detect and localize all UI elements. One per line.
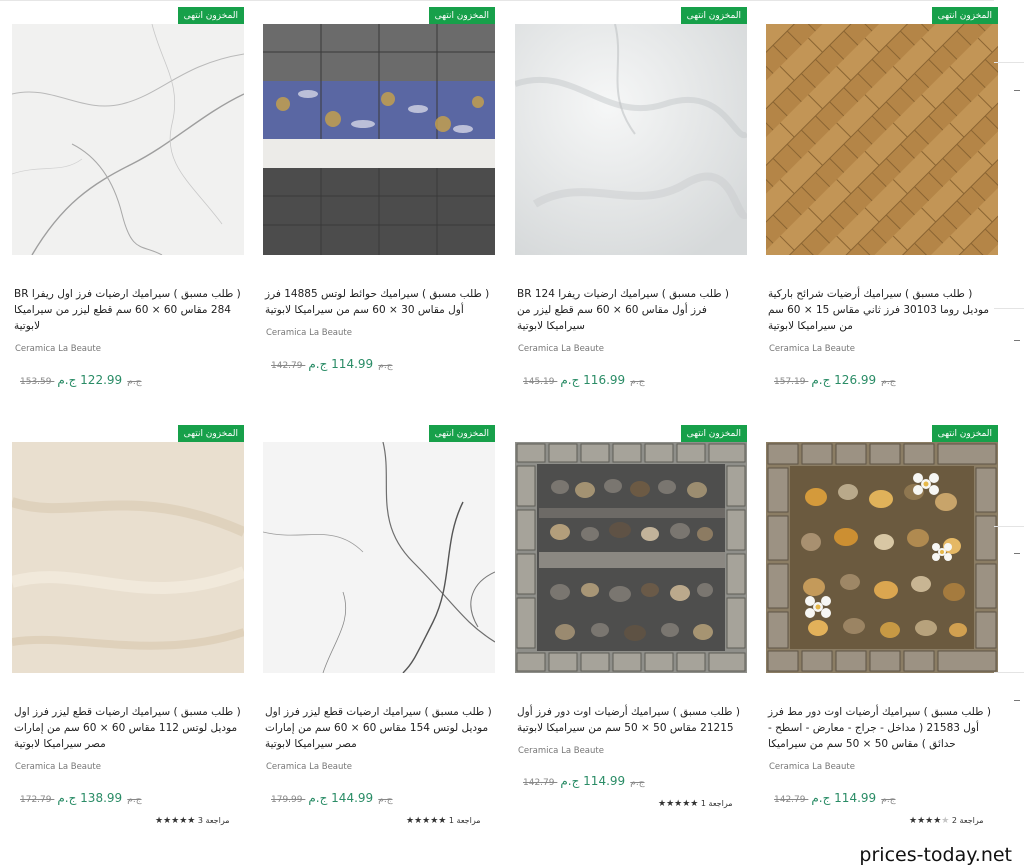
- review-summary[interactable]: ★★★★★ 1 مراجعة: [406, 816, 481, 826]
- white-veined-marble-image: [263, 442, 495, 673]
- product-title[interactable]: ( طلب مسبق ) سيراميك أرضيات شرائح باركية…: [768, 286, 996, 334]
- product-image[interactable]: [515, 24, 747, 255]
- product-title[interactable]: ( طلب مسبق ) سيراميك ارضيات قطع ليزر فرز…: [265, 704, 493, 752]
- out-of-stock-badge: المخزون انتهى: [177, 425, 244, 443]
- out-of-stock-badge: المخزون انتهى: [428, 425, 495, 443]
- product-image[interactable]: [766, 442, 998, 673]
- white-marble-image: [12, 24, 244, 255]
- product-card[interactable]: المخزون انتهى: [263, 0, 495, 400]
- product-card[interactable]: المخزون انتهى ( طلب مسبق ) سيراميك ارضيا…: [515, 0, 747, 400]
- price-block: 142.79 ج.م 114.99 ج.م: [271, 353, 393, 371]
- sale-price: 126.99 ج.م: [811, 373, 877, 387]
- product-image[interactable]: [12, 442, 244, 673]
- sale-price: 114.99 ج.م: [811, 791, 877, 805]
- product-brand[interactable]: Ceramica La Beaute: [266, 328, 352, 338]
- sale-price: 122.99 ج.م: [57, 373, 123, 387]
- product-title[interactable]: ( طلب مسبق ) سيراميك ارضيات فرز اول ريفر…: [14, 286, 242, 334]
- flower-pebble-image: [766, 442, 998, 673]
- price-block: 153.59 ج.م 122.99 ج.م: [20, 369, 142, 387]
- sale-price: 114.99 ج.م: [560, 774, 626, 788]
- product-card[interactable]: المخزون انتهى: [515, 418, 747, 818]
- product-card[interactable]: المخزون انتهى ( طلب مسبق ) سيراميك ارضيا…: [263, 418, 495, 830]
- product-title[interactable]: ( طلب مسبق ) سيراميك حوائط لوتس 14885 فر…: [265, 286, 493, 318]
- out-of-stock-badge: المخزون انتهى: [177, 7, 244, 25]
- out-of-stock-badge: المخزون انتهى: [931, 425, 998, 443]
- out-of-stock-badge: المخزون انتهى: [680, 7, 747, 25]
- rail-tick: [1014, 700, 1020, 701]
- light-onyx-image: [515, 24, 747, 255]
- site-watermark: prices-today.net: [859, 844, 1012, 866]
- product-brand[interactable]: Ceramica La Beaute: [266, 762, 352, 772]
- product-title[interactable]: ( طلب مسبق ) سيراميك ارضيات قطع ليزر فرز…: [14, 704, 242, 752]
- product-image[interactable]: [515, 442, 747, 673]
- review-summary[interactable]: ★★★★★ 1 مراجعة: [658, 799, 733, 809]
- floral-wall-tiles-image: [263, 24, 495, 255]
- product-card[interactable]: المخزون انتهى ( طلب مسبق ) سيراميك ارضيا…: [12, 418, 244, 830]
- product-image[interactable]: [263, 442, 495, 673]
- pebble-stone-image: [515, 442, 747, 673]
- product-brand[interactable]: Ceramica La Beaute: [15, 344, 101, 354]
- out-of-stock-badge: المخزون انتهى: [680, 425, 747, 443]
- product-brand[interactable]: Ceramica La Beaute: [769, 344, 855, 354]
- out-of-stock-badge: المخزون انتهى: [931, 7, 998, 25]
- rail-tick: [1014, 553, 1020, 554]
- review-count: 1 مراجعة: [700, 799, 733, 808]
- cream-marble-image: [12, 442, 244, 673]
- product-card[interactable]: المخزون انتهى: [766, 418, 998, 830]
- product-brand[interactable]: Ceramica La Beaute: [15, 762, 101, 772]
- rail-divider: [994, 526, 1024, 527]
- sale-price: 144.99 ج.م: [308, 791, 374, 805]
- rail-divider: [994, 672, 1024, 673]
- product-image[interactable]: [766, 24, 998, 255]
- price-block: 142.79 ج.م 114.99 ج.م: [523, 770, 645, 788]
- sale-price: 116.99 ج.م: [560, 373, 626, 387]
- review-count: 2 مراجعة: [951, 816, 984, 825]
- product-brand[interactable]: Ceramica La Beaute: [518, 344, 604, 354]
- price-block: 172.79 ج.م 138.99 ج.م: [20, 787, 142, 805]
- review-summary[interactable]: ★★★★★ 3 مراجعة: [155, 816, 230, 826]
- price-block: 179.99 ج.م 144.99 ج.م: [271, 787, 393, 805]
- sale-price: 114.99 ج.م: [308, 357, 374, 371]
- herringbone-wood-image: [766, 24, 998, 255]
- price-block: 157.19 ج.م 126.99 ج.م: [774, 369, 896, 387]
- review-count: 1 مراجعة: [448, 816, 481, 825]
- product-image[interactable]: [12, 24, 244, 255]
- sale-price: 138.99 ج.م: [57, 791, 123, 805]
- product-title[interactable]: ( طلب مسبق ) سيراميك ارضيات ريفرا BR 124…: [517, 286, 745, 334]
- out-of-stock-badge: المخزون انتهى: [428, 7, 495, 25]
- product-brand[interactable]: Ceramica La Beaute: [769, 762, 855, 772]
- product-grid: المخزون انتهى ( طلب مسبق ) سيراميك ارضيا…: [0, 0, 1000, 868]
- rail-divider: [994, 62, 1024, 63]
- review-count: 3 مراجعة: [197, 816, 230, 825]
- review-summary[interactable]: ★★★★★ 2 مراجعة: [909, 816, 984, 826]
- price-block: 142.79 ج.م 114.99 ج.م: [774, 787, 896, 805]
- rail-tick: [1014, 90, 1020, 91]
- price-block: 145.19 ج.م 116.99 ج.م: [523, 369, 645, 387]
- product-image[interactable]: [263, 24, 495, 255]
- rail-divider: [994, 308, 1024, 309]
- product-title[interactable]: ( طلب مسبق ) سيراميك أرضيات اوت دور فرز …: [517, 704, 745, 736]
- product-brand[interactable]: Ceramica La Beaute: [518, 746, 604, 756]
- star-rating-icon: ★★★★★: [909, 816, 950, 826]
- product-card[interactable]: المخزون انتهى ( طلب مسبق ) سيراميك ارضيا…: [12, 0, 244, 400]
- star-rating-icon: ★★★★★: [406, 816, 447, 826]
- star-rating-icon: ★★★★★: [155, 816, 196, 826]
- star-rating-icon: ★★★★★: [658, 799, 699, 809]
- rail-tick: [1014, 340, 1020, 341]
- product-card[interactable]: المخزون انتهى ( طلب مسبق ) سيراميك أرضيا…: [766, 0, 998, 400]
- product-title[interactable]: ( طلب مسبق ) سيراميك أرضيات اوت دور مط ف…: [768, 704, 996, 752]
